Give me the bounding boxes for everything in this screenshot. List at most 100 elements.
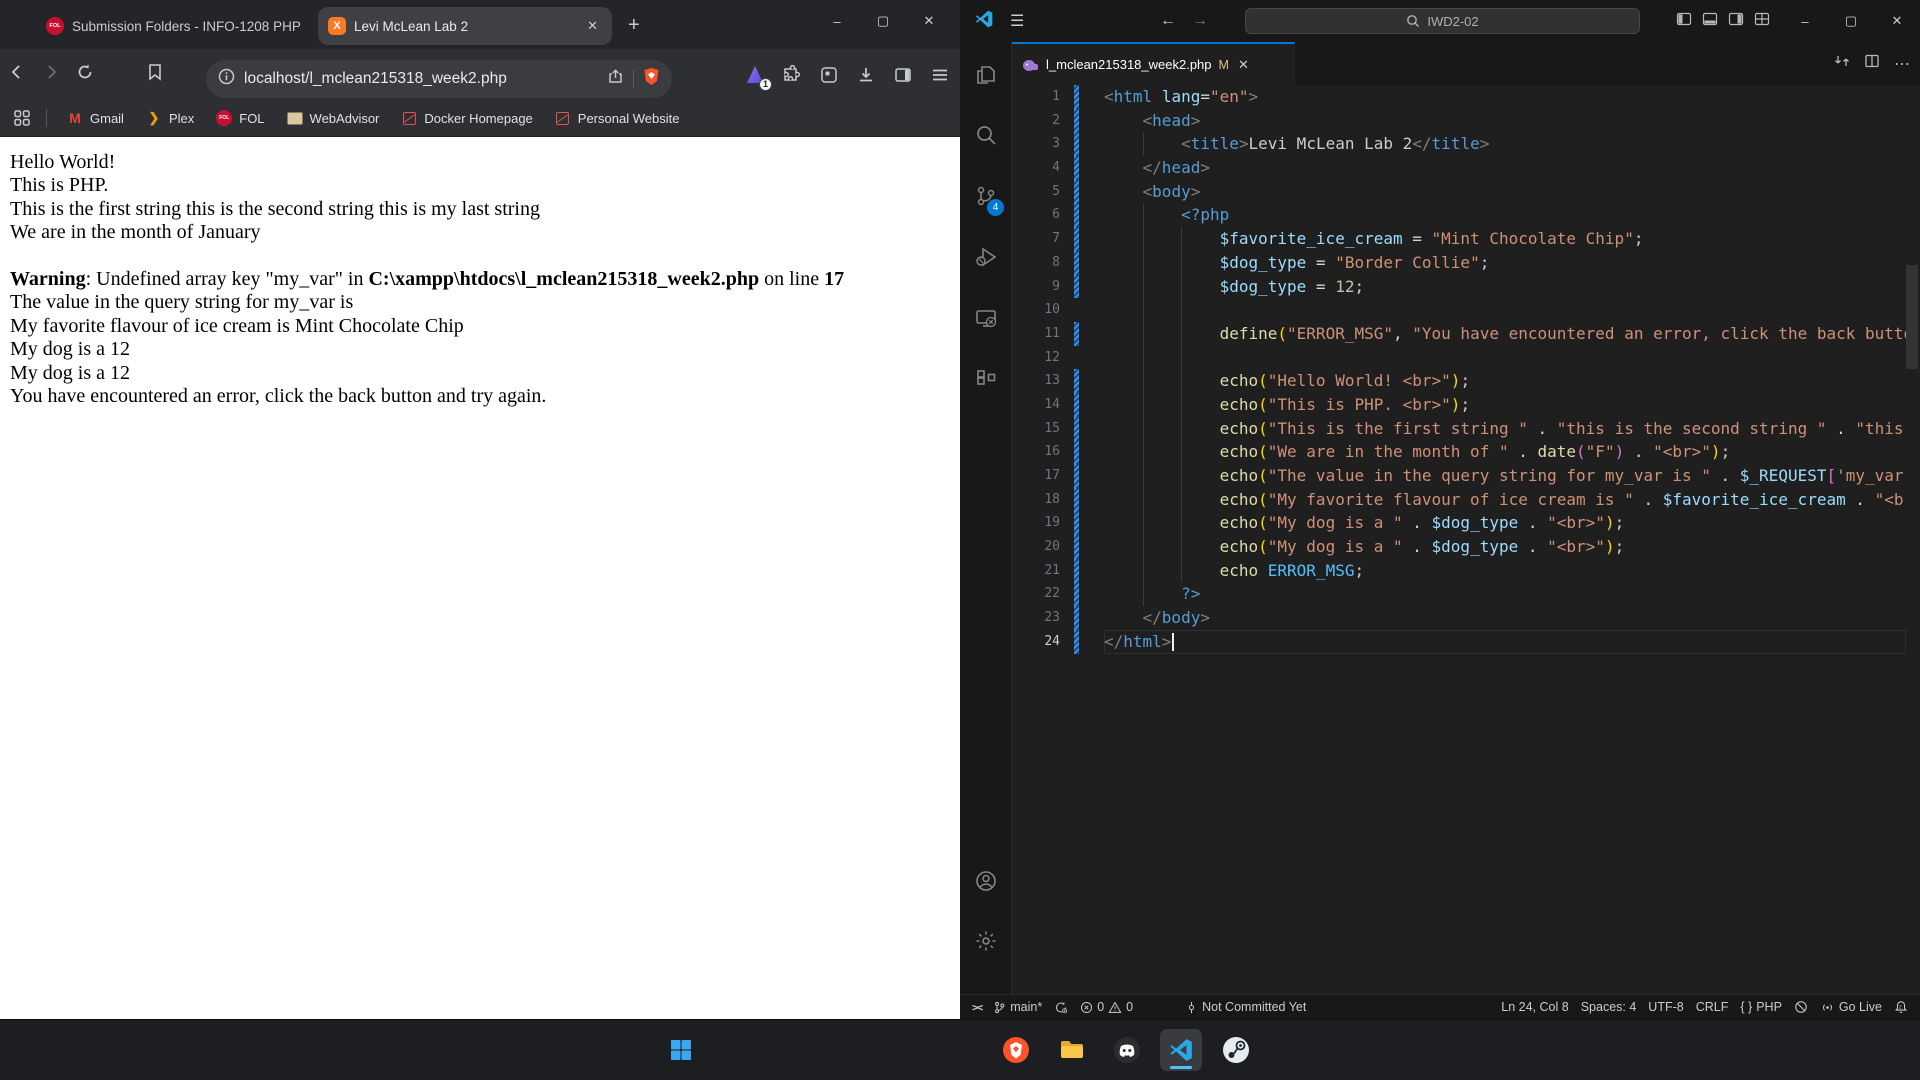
accounts-icon[interactable] — [960, 857, 1012, 905]
taskbar-file-explorer-icon[interactable] — [1051, 1029, 1093, 1071]
code-line[interactable]: 4 </head> — [1012, 156, 1920, 180]
command-center-search[interactable]: IWD2-02 — [1245, 8, 1640, 34]
encoding-item[interactable]: UTF-8 — [1642, 995, 1689, 1020]
vscode-menu-icon[interactable]: ☰ — [1010, 11, 1024, 31]
eol-item[interactable]: CRLF — [1690, 995, 1735, 1020]
editor-tab-active[interactable]: l_mclean215318_week2.php M ✕ — [1012, 42, 1295, 85]
git-branch-item[interactable]: main* — [987, 995, 1048, 1020]
code-line[interactable]: 20 echo("My dog is a " . $dog_type . "<b… — [1012, 535, 1920, 559]
extension-status-icon[interactable] — [1788, 995, 1814, 1020]
browser-tab-submission-folders[interactable]: FOL Submission Folders - INFO-1208 PHP — [36, 7, 312, 45]
extensions-icon[interactable] — [960, 355, 1012, 403]
editor-scrollbar[interactable] — [1906, 265, 1918, 369]
close-button[interactable]: ✕ — [1874, 0, 1920, 42]
reload-icon[interactable] — [68, 63, 102, 86]
tab-close-icon[interactable]: ✕ — [583, 16, 602, 36]
code-line[interactable]: 1<html lang="en"> — [1012, 85, 1920, 109]
minimize-button[interactable]: – — [1782, 0, 1828, 42]
code-line[interactable]: 13 echo("Hello World! <br>"); — [1012, 369, 1920, 393]
back-icon[interactable] — [0, 63, 34, 86]
more-actions-icon[interactable]: ⋯ — [1894, 54, 1910, 74]
split-editor-icon[interactable] — [1864, 53, 1880, 74]
minimize-button[interactable]: – — [814, 14, 860, 29]
downloads-icon[interactable] — [854, 63, 878, 87]
code-line[interactable]: 22 ?> — [1012, 582, 1920, 606]
toggle-panel-icon[interactable] — [1702, 11, 1718, 32]
leo-ai-icon[interactable]: 1 — [743, 63, 767, 87]
code-line[interactable]: 21 echo ERROR_MSG; — [1012, 559, 1920, 583]
code-line[interactable]: 15 echo("This is the first string " . "t… — [1012, 417, 1920, 441]
code-line[interactable]: 24</html> — [1012, 630, 1920, 654]
code-token — [1104, 490, 1220, 509]
code-line[interactable]: 16 echo("We are in the month of " . date… — [1012, 440, 1920, 464]
explorer-icon[interactable] — [960, 51, 1012, 99]
code-line[interactable]: 17 echo("The value in the query string f… — [1012, 464, 1920, 488]
code-line[interactable]: 11 define("ERROR_MSG", "You have encount… — [1012, 322, 1920, 346]
bookmark-item[interactable]: FOLFOL — [208, 106, 272, 130]
bookmark-item[interactable]: Personal Website — [547, 106, 688, 130]
code-line[interactable]: 7 $favorite_ice_cream = "Mint Chocolate … — [1012, 227, 1920, 251]
browser-tab-active[interactable]: X Levi McLean Lab 2 ✕ — [318, 7, 612, 45]
toggle-sidebar-icon[interactable] — [1676, 11, 1692, 32]
close-button[interactable]: ✕ — [906, 13, 952, 29]
code-line[interactable]: 3 <title>Levi McLean Lab 2</title> — [1012, 132, 1920, 156]
url-text[interactable]: localhost/l_mclean215318_week2.php — [244, 70, 598, 88]
compare-changes-icon[interactable] — [1834, 53, 1850, 74]
taskbar-steam-icon[interactable] — [1215, 1029, 1257, 1071]
bookmark-item[interactable]: MGmail — [59, 106, 132, 130]
run-debug-icon[interactable] — [960, 233, 1012, 281]
code-line[interactable]: 23 </body> — [1012, 606, 1920, 630]
taskbar-vscode-icon[interactable] — [1160, 1029, 1202, 1071]
brave-shield-icon[interactable] — [643, 67, 660, 91]
code-line[interactable]: 14 echo("This is PHP. <br>"); — [1012, 393, 1920, 417]
problems-item[interactable]: 0 0 — [1074, 995, 1139, 1020]
go-live-item[interactable]: Go Live — [1814, 995, 1888, 1020]
source-control-icon[interactable]: 4 — [960, 172, 1012, 220]
indent-guide — [1143, 227, 1144, 251]
tab-close-icon[interactable]: ✕ — [1238, 57, 1249, 73]
toggle-secondary-sidebar-icon[interactable] — [1728, 11, 1744, 32]
notifications-bell-icon[interactable]: z — [1888, 995, 1920, 1020]
start-button[interactable] — [660, 1029, 702, 1071]
sync-changes-icon[interactable] — [1048, 995, 1074, 1020]
code-line[interactable]: 5 <body> — [1012, 180, 1920, 204]
code-line[interactable]: 18 echo("My favorite flavour of ice crea… — [1012, 488, 1920, 512]
code-line[interactable]: 2 <head> — [1012, 109, 1920, 133]
bookmark-item[interactable]: Docker Homepage — [393, 106, 540, 130]
code-editor[interactable]: 1<html lang="en">2 <head>3 <title>Levi M… — [1012, 85, 1920, 994]
forward-icon[interactable] — [34, 63, 68, 86]
sidebar-toggle-icon[interactable] — [891, 63, 915, 87]
indentation-item[interactable]: Spaces: 4 — [1575, 995, 1643, 1020]
app-window-icon[interactable] — [817, 63, 841, 87]
language-mode-item[interactable]: { } PHP — [1734, 995, 1788, 1020]
remote-explorer-icon[interactable] — [960, 294, 1012, 342]
go-back-icon[interactable]: ← — [1160, 12, 1176, 30]
search-icon[interactable] — [960, 111, 1012, 159]
maximize-button[interactable]: ▢ — [1828, 0, 1874, 42]
extensions-puzzle-icon[interactable] — [780, 63, 804, 87]
go-forward-icon[interactable]: → — [1192, 12, 1208, 30]
customize-layout-icon[interactable] — [1754, 11, 1770, 32]
maximize-button[interactable]: ▢ — [860, 13, 906, 29]
settings-gear-icon[interactable] — [960, 917, 1012, 965]
code-line[interactable]: 6 <?php — [1012, 203, 1920, 227]
code-line[interactable]: 9 $dog_type = 12; — [1012, 275, 1920, 299]
code-line[interactable]: 12 — [1012, 346, 1920, 370]
address-bar[interactable]: localhost/l_mclean215318_week2.php — [206, 60, 672, 98]
code-line[interactable]: 8 $dog_type = "Border Collie"; — [1012, 251, 1920, 275]
remote-indicator-icon[interactable]: >< — [960, 995, 987, 1020]
new-tab-button[interactable]: + — [628, 15, 640, 35]
site-info-icon[interactable] — [218, 68, 235, 90]
apps-grid-icon[interactable] — [10, 106, 34, 130]
bookmark-item[interactable]: ❯Plex — [138, 106, 202, 130]
code-line[interactable]: 19 echo("My dog is a " . $dog_type . "<b… — [1012, 511, 1920, 535]
commit-status-item[interactable]: Not Committed Yet — [1179, 995, 1312, 1020]
taskbar-discord-icon[interactable] — [1106, 1029, 1148, 1071]
taskbar-brave-icon[interactable] — [995, 1029, 1037, 1071]
cursor-position-item[interactable]: Ln 24, Col 8 — [1495, 995, 1574, 1020]
browser-menu-icon[interactable] — [928, 63, 952, 87]
code-line[interactable]: 10 — [1012, 298, 1920, 322]
bookmark-icon[interactable] — [138, 63, 172, 86]
share-icon[interactable] — [607, 68, 624, 90]
bookmark-item[interactable]: WebAdvisor — [279, 106, 388, 130]
